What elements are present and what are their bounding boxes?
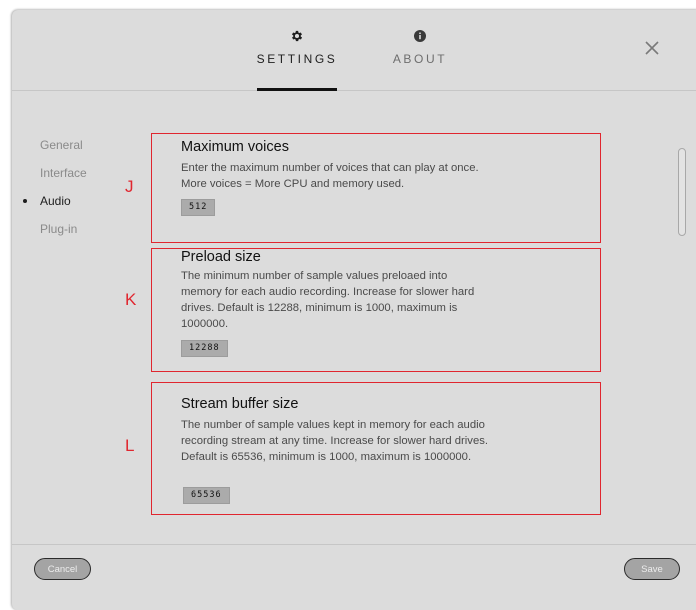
section-title: Stream buffer size <box>181 396 299 412</box>
cancel-button[interactable]: Cancel <box>34 558 91 580</box>
gear-icon <box>290 28 304 44</box>
nav-item-label: Plug-in <box>40 222 78 236</box>
save-button[interactable]: Save <box>624 558 680 580</box>
stream-buffer-size-input[interactable]: 65536 <box>183 487 230 504</box>
annotation-letter-k: K <box>125 290 137 309</box>
close-icon <box>645 41 659 55</box>
tab-settings-label: SETTINGS <box>256 52 338 66</box>
maximum-voices-section: Maximum voices Enter the maximum number … <box>151 133 601 243</box>
section-description: Enter the maximum number of voices that … <box>181 162 479 190</box>
stream-buffer-size-section: Stream buffer size The number of sample … <box>151 382 601 515</box>
nav-item-label: General <box>40 138 83 152</box>
tab-settings[interactable]: SETTINGS <box>256 10 338 91</box>
tab-about-label: ABOUT <box>392 52 448 66</box>
close-button[interactable] <box>642 38 662 58</box>
section-description: The minimum number of sample values prel… <box>181 270 475 330</box>
section-description: The number of sample values kept in memo… <box>181 419 489 463</box>
section-title: Maximum voices <box>181 139 289 155</box>
nav-item-general[interactable]: General <box>12 136 142 164</box>
nav-item-label: Interface <box>40 166 87 180</box>
dialog-footer <box>12 544 696 605</box>
dialog-header: SETTINGS ABOUT <box>12 10 696 91</box>
preload-size-section: Preload size The minimum number of sampl… <box>151 248 601 372</box>
nav-item-plug-in[interactable]: Plug-in <box>12 220 142 248</box>
settings-dialog: SETTINGS ABOUT General Interface Audio P… <box>12 10 696 610</box>
active-tab-indicator <box>257 88 337 91</box>
active-bullet-icon <box>23 199 27 203</box>
nav-item-label: Audio <box>40 194 71 208</box>
scrollbar[interactable] <box>678 148 686 236</box>
section-title: Preload size <box>181 249 261 265</box>
nav-item-audio[interactable]: Audio <box>12 192 142 220</box>
tab-about[interactable]: ABOUT <box>390 10 450 90</box>
annotation-letter-j: J <box>125 177 134 196</box>
nav-item-interface[interactable]: Interface <box>12 164 142 192</box>
settings-nav: General Interface Audio Plug-in <box>12 136 142 248</box>
maximum-voices-input[interactable]: 512 <box>181 199 216 216</box>
preload-size-input[interactable]: 12288 <box>181 340 228 357</box>
annotation-letter-l: L <box>125 436 135 455</box>
info-icon <box>414 28 426 44</box>
